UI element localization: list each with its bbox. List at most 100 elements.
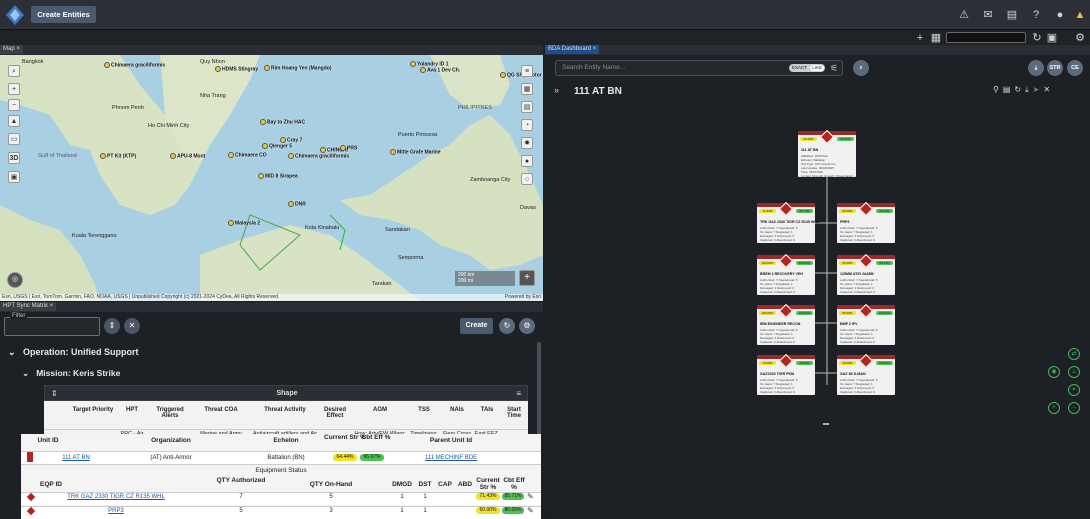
map-unit-marker[interactable]: Bay to Zhu HAC xyxy=(260,119,305,125)
edit-icon[interactable]: ✎ xyxy=(527,492,534,501)
column-header[interactable]: Threat Activity xyxy=(252,407,318,413)
unit-table-header[interactable]: Organization xyxy=(131,437,211,444)
equipment-header[interactable]: Current Str % xyxy=(473,477,503,491)
equipment-header[interactable]: DMGD xyxy=(391,481,413,488)
column-header[interactable]: NAIs xyxy=(440,407,474,413)
map-unit-marker[interactable]: PT Kit (KTP) xyxy=(100,153,136,159)
bookmark-icon[interactable]: ▭ xyxy=(8,133,20,145)
equipment-header[interactable]: CAP xyxy=(435,481,455,488)
equipment-header[interactable]: EQP ID xyxy=(31,481,71,488)
zoom-in-icon[interactable]: + xyxy=(8,83,20,95)
info-icon[interactable]: ○ xyxy=(521,173,533,185)
alert-icon[interactable]: ⚠ xyxy=(958,9,970,21)
gear-icon[interactable]: ⚙ xyxy=(519,318,535,334)
reload-icon[interactable]: ↻ xyxy=(1014,85,1025,94)
map-unit-marker[interactable]: MID 8 Sirapea xyxy=(258,173,298,179)
pin-icon[interactable]: ⚲ xyxy=(993,85,1003,94)
entity-search-input[interactable]: Search Entity Name... EXACT LIKE ⚟ xyxy=(555,60,843,76)
create-entities-button[interactable]: Create Entities xyxy=(31,6,96,23)
workspace-select[interactable] xyxy=(946,32,1026,43)
edit-icon[interactable]: ✎ xyxy=(527,506,534,515)
center-icon[interactable]: ⌖ xyxy=(1068,384,1080,396)
status-icon[interactable]: ▲ xyxy=(1074,9,1086,21)
map-unit-marker[interactable]: Chimaera graciliformis xyxy=(104,62,165,68)
settings-icon[interactable]: ⚙ xyxy=(1074,32,1086,44)
column-header[interactable]: HPT xyxy=(114,407,150,413)
map-unit-marker[interactable]: Rim Hoang Yen (Mangdo) xyxy=(264,65,331,71)
map-unit-marker[interactable]: PRS xyxy=(340,145,357,151)
save-icon[interactable]: ▣ xyxy=(1046,32,1058,44)
column-header[interactable]: Start Time xyxy=(500,407,528,419)
org-unit-card[interactable]: 100.00% 100.00% IRM ENGINEER RECON Authoriz… xyxy=(757,303,815,345)
equipment-cell-id[interactable]: PRP3 xyxy=(51,508,181,514)
map-view[interactable]: Bangkok Quy Nhon Nha Trang Phnom Penh Ho… xyxy=(0,55,543,301)
add-icon[interactable]: + xyxy=(914,32,926,44)
map-unit-marker[interactable]: APU-8 Mont xyxy=(170,153,205,159)
tab-map[interactable]: Map × xyxy=(0,45,23,54)
str-button[interactable]: STR xyxy=(1047,60,1063,76)
hpt-create-button[interactable]: Create xyxy=(460,318,493,334)
column-menu-icon[interactable]: ≡ xyxy=(516,389,521,398)
filter-sliders-icon[interactable]: ⚟ xyxy=(830,61,838,75)
expand-panel-icon[interactable]: » xyxy=(554,85,559,95)
draw-icon[interactable]: ● xyxy=(521,155,533,167)
mission-node[interactable]: ⌄ Mission: Keris Strike xyxy=(22,368,120,379)
expand-map-icon[interactable]: + xyxy=(519,270,535,286)
export-icon[interactable]: ⤓ xyxy=(1025,85,1033,94)
grid-icon[interactable]: ▦ xyxy=(521,83,533,95)
measure-icon[interactable]: ◔ xyxy=(521,119,533,131)
basemap-icon[interactable]: ▤ xyxy=(521,101,533,113)
ce-button[interactable]: CE xyxy=(1067,60,1083,76)
map-unit-marker[interactable]: HDMS Stingray xyxy=(215,66,258,72)
send-icon[interactable]: ➤ xyxy=(1033,85,1044,94)
map-unit-marker[interactable]: Chimaera graciliformis xyxy=(288,153,349,159)
unit-cell-unit_id[interactable]: 111 AT BN xyxy=(51,455,101,461)
equipment-header[interactable]: QTY Authorized xyxy=(211,477,271,484)
download-icon[interactable]: ⤓ xyxy=(1028,60,1044,76)
org-unit-card[interactable]: 40.00% 100.00% GAZ 86 D-MAN Authorized: 7 O… xyxy=(837,353,895,395)
map-unit-marker[interactable]: Malaysia 2 xyxy=(228,220,260,226)
org-root-card[interactable]: 64.44% 96.67% 111 AT BN Affiliation: HOSTIL… xyxy=(798,129,856,178)
column-header[interactable]: TAIs xyxy=(474,407,500,413)
user-icon[interactable]: ● xyxy=(1054,9,1066,21)
org-unit-card[interactable]: 50.00% 83.33% 125MM AT/D 2A45M Authorized: … xyxy=(837,253,895,295)
unit-table-header[interactable]: Parent Unit Id xyxy=(411,437,491,444)
org-unit-card[interactable]: 60.00% 80.00% PRP3 Authorized: 7 Operationa… xyxy=(837,201,895,243)
map-unit-marker[interactable]: Mitte Grafe Marine xyxy=(390,149,441,155)
org-unit-card[interactable]: 100.00% 100.00% BREM 2 RECOVERY VEH Authori… xyxy=(757,253,815,295)
table-icon[interactable]: ▤ xyxy=(1003,85,1015,94)
zoom-in-chart-icon[interactable]: + xyxy=(1048,402,1060,414)
filter-input[interactable]: Filter xyxy=(4,313,100,336)
exact-like-toggle[interactable]: EXACT LIKE xyxy=(789,64,825,72)
locate-icon[interactable]: ◎ xyxy=(7,272,23,288)
chat-icon[interactable]: ▤ xyxy=(1006,9,1018,21)
fit-icon[interactable]: ◉ xyxy=(1048,366,1060,378)
zoom-out-icon[interactable]: − xyxy=(8,99,20,111)
unit-table-header[interactable]: Echelon xyxy=(256,437,316,444)
layout-horizontal-icon[interactable]: ⇄ xyxy=(1068,348,1080,360)
mail-icon[interactable]: ✉ xyxy=(982,9,994,21)
column-header[interactable]: AGM xyxy=(352,407,408,413)
equipment-header[interactable]: ABD xyxy=(455,481,475,488)
column-header[interactable]: TSS xyxy=(408,407,440,413)
help-icon[interactable]: ? xyxy=(1030,9,1042,21)
save-map-icon[interactable]: ▣ xyxy=(8,171,20,183)
org-unit-card[interactable]: 70.00% 90.00% GAZ2330 TIGR PKM Authorized: … xyxy=(757,353,815,395)
column-header[interactable]: Threat COA xyxy=(190,407,252,413)
zoom-out-chart-icon[interactable]: − xyxy=(1068,402,1080,414)
search-icon[interactable]: ⌕ xyxy=(8,65,20,77)
parent-unit-link[interactable]: 111 MECHINF BDE xyxy=(411,455,491,461)
splitter-handle[interactable] xyxy=(823,423,829,425)
equipment-header[interactable]: QTY On-Hand xyxy=(291,481,371,488)
unit-table-header[interactable]: Unit ID xyxy=(23,437,73,444)
org-unit-card[interactable]: 50.00% 100.00% BMP 2 IFV Authorized: 7 Oper… xyxy=(837,303,895,345)
refresh-icon[interactable]: ↻ xyxy=(499,318,515,334)
layout-icon[interactable]: ▦ xyxy=(930,32,942,44)
equipment-header[interactable]: Cbt Eff % xyxy=(501,477,527,491)
map-unit-marker[interactable]: DNR xyxy=(288,201,306,207)
map-unit-marker[interactable]: Qlenger 5 xyxy=(262,143,292,149)
collapse-all-icon[interactable]: ✕ xyxy=(124,318,140,334)
expand-all-icon[interactable]: ⇕ xyxy=(104,318,120,334)
refresh-icon[interactable]: ↻ xyxy=(1031,32,1043,44)
equipment-header[interactable]: DST xyxy=(415,481,435,488)
